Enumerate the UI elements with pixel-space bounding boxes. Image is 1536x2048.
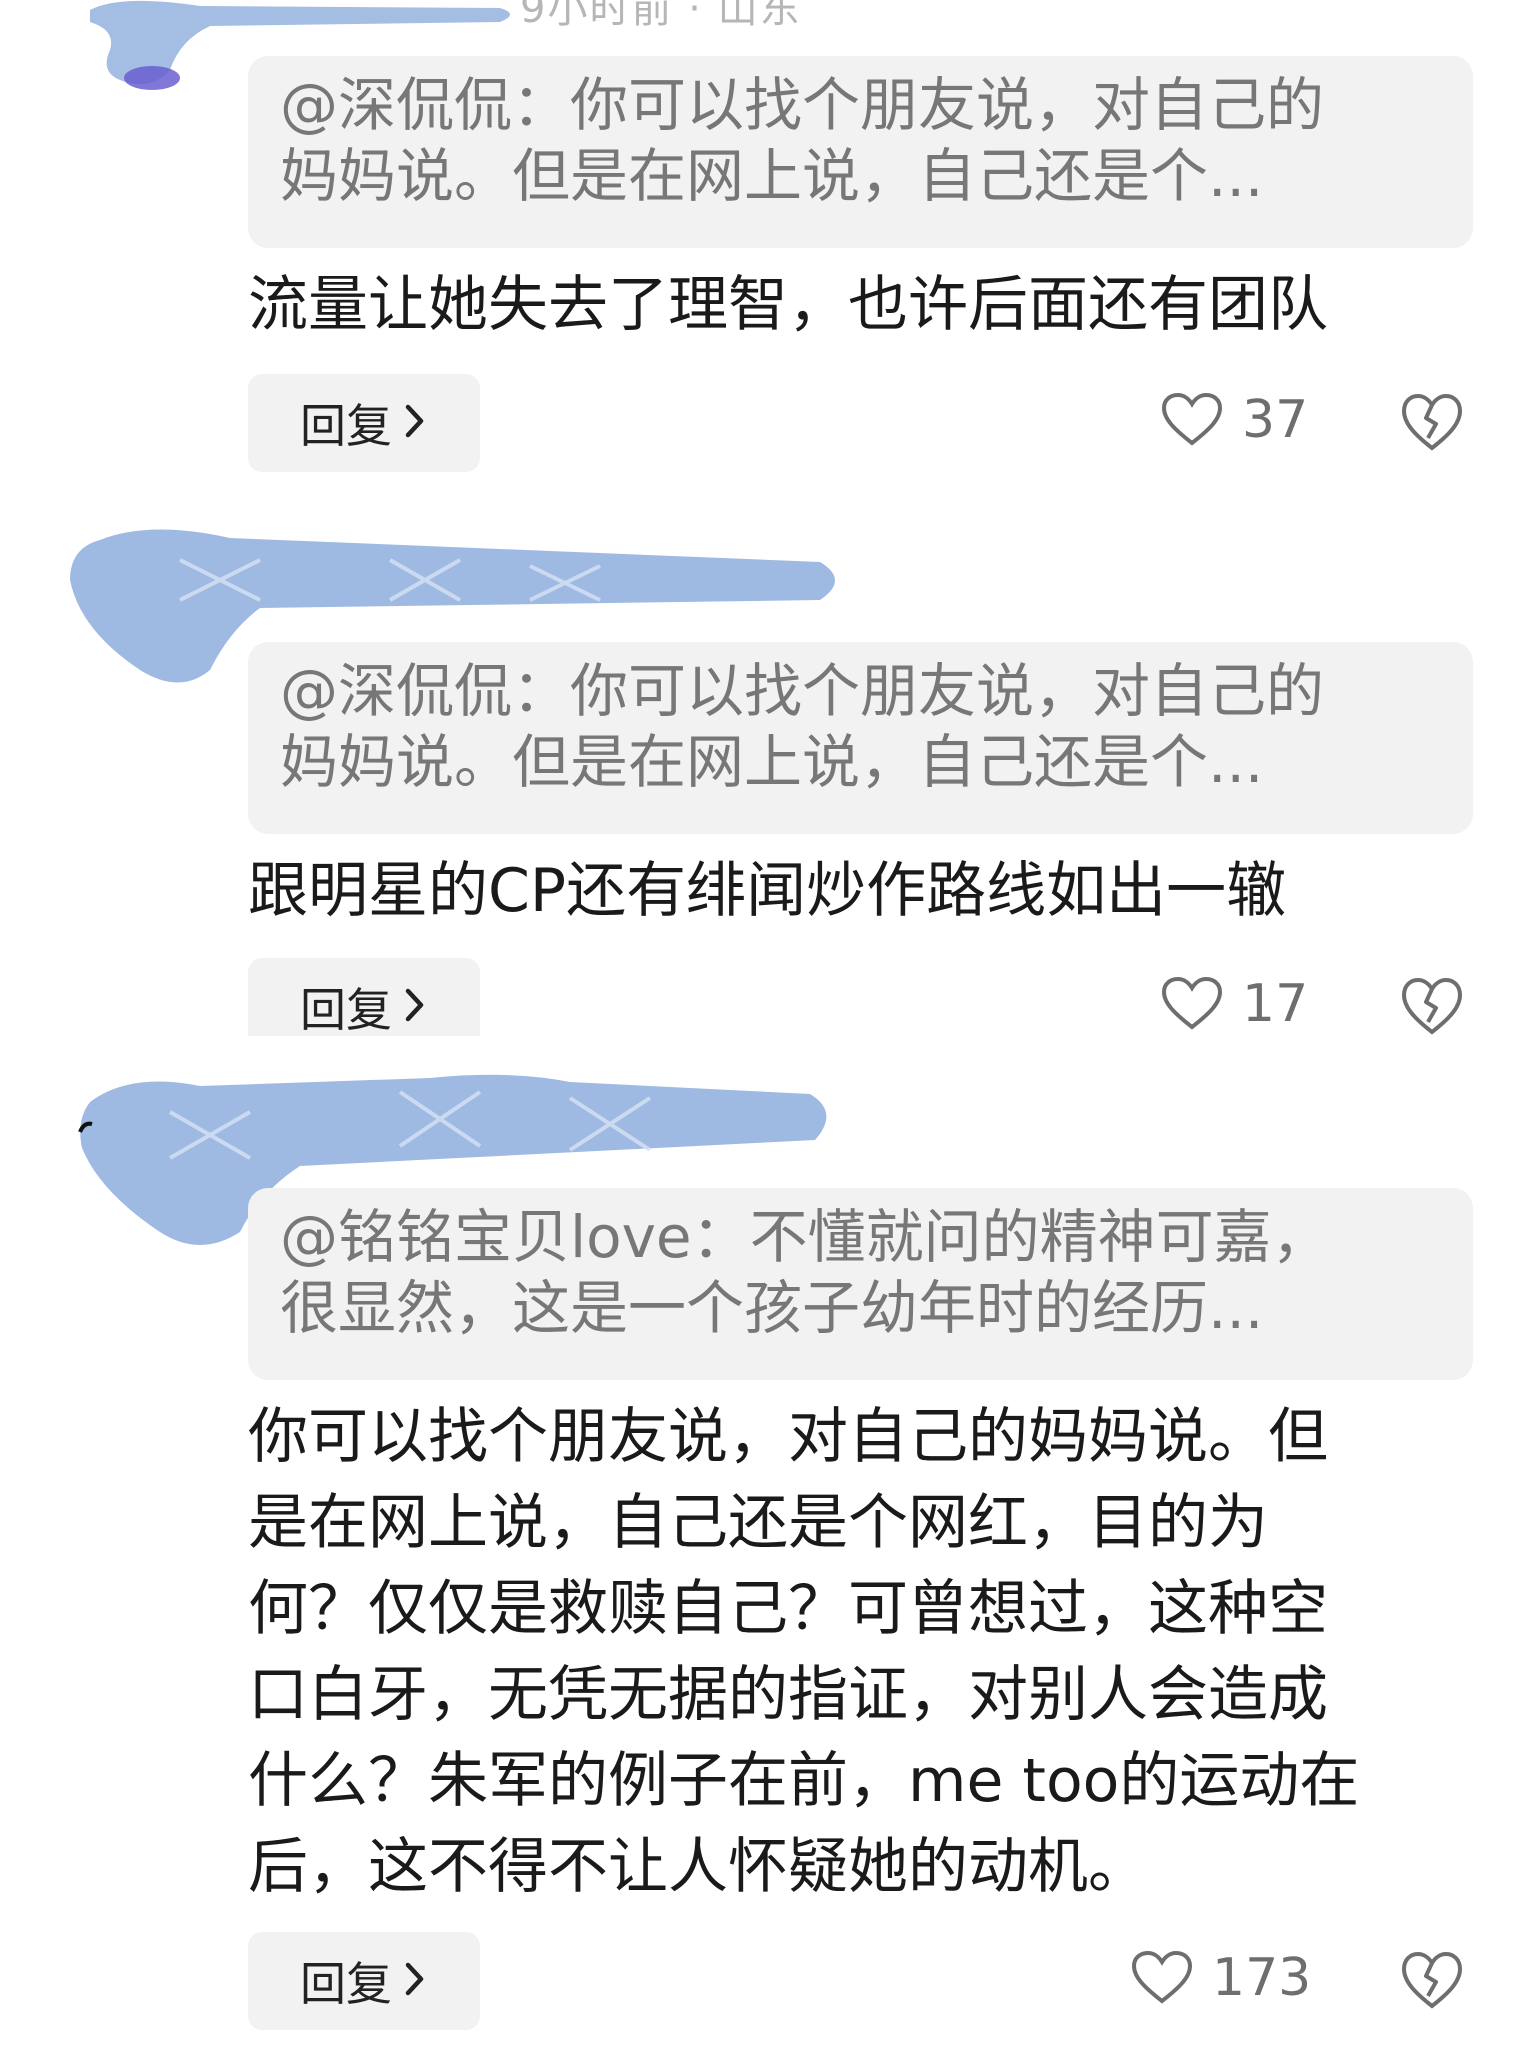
comment-text: 何？仅仅是救赎自己？可曾想过，这种空 bbox=[248, 1574, 1328, 1644]
quoted-reply[interactable]: @铭铭宝贝love：不懂就问的精神可嘉， 很显然，这是一个孩子幼年时的经历... bbox=[248, 1188, 1473, 1380]
reply-button[interactable]: 回复 bbox=[248, 1932, 480, 2030]
comment-text: 什么？朱军的例子在前，me too的运动在 bbox=[248, 1746, 1360, 1816]
like-button[interactable]: 17 bbox=[1160, 974, 1308, 1034]
quoted-reply[interactable]: @深侃侃：你可以找个朋友说，对自己的 妈妈说。但是在网上说，自己还是个... bbox=[248, 642, 1473, 834]
comment-text: 跟明星的CP还有绯闻炒作路线如出一辙 bbox=[248, 856, 1287, 926]
like-button[interactable]: 37 bbox=[1160, 390, 1308, 450]
quoted-reply[interactable]: @深侃侃：你可以找个朋友说，对自己的 妈妈说。但是在网上说，自己还是个... bbox=[248, 56, 1473, 248]
broken-heart-icon[interactable] bbox=[1400, 392, 1464, 454]
comment-text: 是在网上说，自己还是个网红，目的为 bbox=[248, 1488, 1268, 1558]
reply-label: 回复 bbox=[300, 399, 392, 453]
reply-button[interactable]: 回复 bbox=[248, 374, 480, 472]
comment-body: 跟明星的CP还有绯闻炒作路线如出一辙 bbox=[248, 848, 1488, 934]
comment-text: 流量让她失去了理智，也许后面还有团队 bbox=[248, 270, 1328, 340]
chevron-right-icon bbox=[404, 1954, 426, 2008]
chevron-right-icon bbox=[404, 396, 426, 450]
heart-outline-icon bbox=[1161, 976, 1223, 1030]
comment-body: 你可以找个朋友说，对自己的妈妈说。但 是在网上说，自己还是个网红，目的为 何？仅… bbox=[248, 1394, 1488, 1910]
comment-body: 流量让她失去了理智，也许后面还有团队 bbox=[248, 262, 1488, 348]
heart-outline-icon bbox=[1131, 1950, 1193, 2004]
broken-heart-icon[interactable] bbox=[1400, 976, 1464, 1038]
comment-meta: 9小时前 · 山东 bbox=[520, 0, 802, 32]
chevron-right-icon bbox=[404, 980, 426, 1034]
comment-thread: 9小时前 · 山东 @深侃侃：你可以找个朋友说，对自己的 妈妈说。但是在网上说，… bbox=[0, 0, 1536, 2048]
comment-text: 你可以找个朋友说，对自己的妈妈说。但 bbox=[248, 1402, 1328, 1472]
like-count: 37 bbox=[1242, 390, 1309, 450]
quoted-reply-text: 妈妈说。但是在网上说，自己还是个... bbox=[280, 142, 1264, 210]
quoted-reply-text: @铭铭宝贝love：不懂就问的精神可嘉， bbox=[280, 1203, 1330, 1271]
broken-heart-icon[interactable] bbox=[1400, 1950, 1464, 2012]
comment-text: 后，这不得不让人怀疑她的动机。 bbox=[248, 1832, 1148, 1902]
quoted-reply-text: 很显然，这是一个孩子幼年时的经历... bbox=[280, 1274, 1264, 1342]
comment-text: 口白牙，无凭无据的指证，对别人会造成 bbox=[248, 1660, 1328, 1730]
quoted-reply-text: @深侃侃：你可以找个朋友说，对自己的 bbox=[280, 657, 1325, 725]
like-count: 173 bbox=[1212, 1948, 1312, 2008]
reply-label: 回复 bbox=[300, 983, 392, 1037]
quoted-reply-text: 妈妈说。但是在网上说，自己还是个... bbox=[280, 728, 1264, 796]
like-button[interactable]: 173 bbox=[1130, 1948, 1311, 2008]
like-count: 17 bbox=[1242, 974, 1309, 1034]
quoted-reply-text: @深侃侃：你可以找个朋友说，对自己的 bbox=[280, 71, 1325, 139]
reply-label: 回复 bbox=[300, 1957, 392, 2011]
heart-outline-icon bbox=[1161, 392, 1223, 446]
